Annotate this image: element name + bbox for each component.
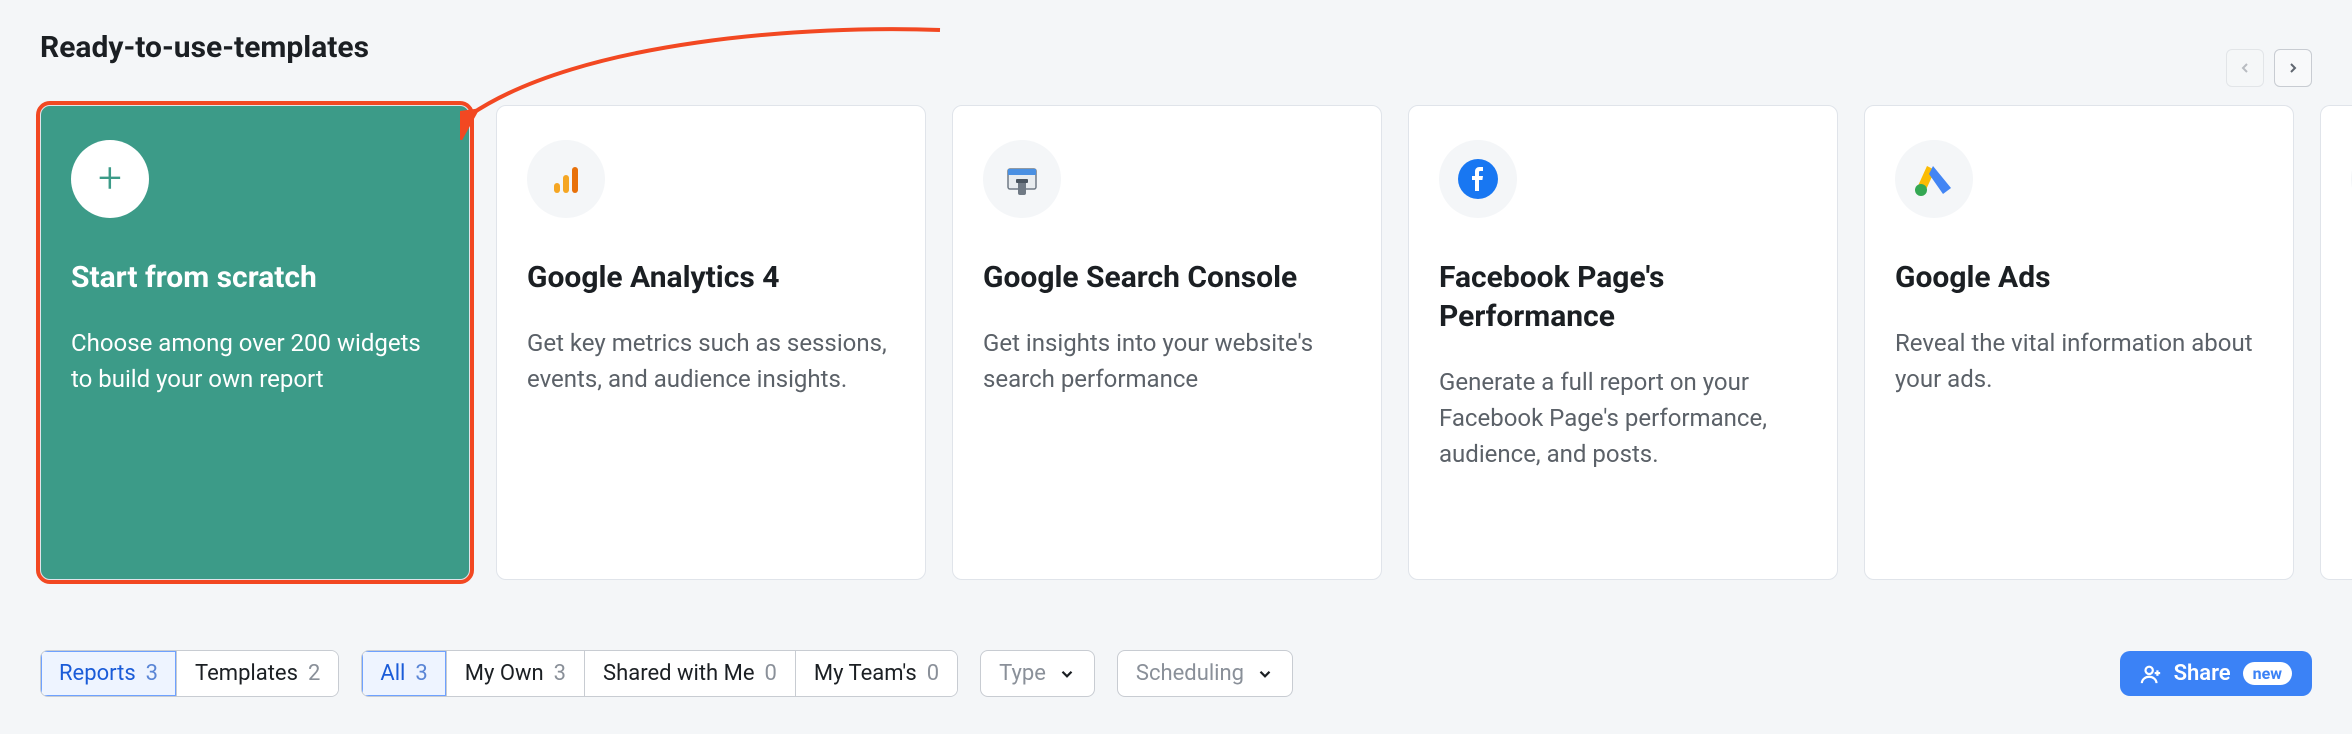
filter-my-teams[interactable]: My Team's 0 [796, 651, 957, 696]
dropdown-label: Type [999, 661, 1046, 686]
card-title: Start from scratch [71, 258, 439, 297]
new-badge: new [2243, 662, 2292, 685]
dropdown-label: Scheduling [1136, 661, 1244, 686]
tab-count: 3 [554, 661, 566, 686]
card-title: Google Search Console [983, 258, 1351, 297]
user-plus-icon [2140, 663, 2162, 685]
facebook-icon-circle [1439, 140, 1517, 218]
card-desc: Reveal the vital information about your … [1895, 325, 2263, 397]
tab-count: 0 [927, 661, 939, 686]
chevron-left-icon [2237, 60, 2253, 76]
filter-my-own[interactable]: My Own 3 [447, 651, 585, 696]
card-title: Facebook Page's Performance [1439, 258, 1807, 336]
chevron-down-icon [1058, 665, 1076, 683]
tab-templates[interactable]: Templates 2 [177, 651, 338, 696]
tab-label: Reports [59, 661, 136, 686]
tab-count: 2 [308, 661, 320, 686]
tab-reports[interactable]: Reports 3 [41, 651, 177, 696]
tab-label: Shared with Me [603, 661, 754, 686]
facebook-icon [1456, 157, 1500, 201]
view-toggle: Reports 3 Templates 2 [40, 650, 339, 697]
share-label: Share [2174, 661, 2231, 686]
google-ads-icon [1913, 158, 1955, 200]
filters-row: Reports 3 Templates 2 All 3 My Own 3 Sha… [40, 650, 2312, 697]
card-title: Google Analytics 4 [527, 258, 895, 297]
template-card-start-from-scratch[interactable]: + Start from scratch Choose among over 2… [40, 105, 470, 580]
analytics-icon-circle [527, 140, 605, 218]
template-cards: + Start from scratch Choose among over 2… [40, 105, 2312, 580]
tab-count: 3 [415, 661, 427, 686]
template-card-google-search-console[interactable]: Google Search Console Get insights into … [952, 105, 1382, 580]
chevron-right-icon [2285, 60, 2301, 76]
chevron-down-icon [1256, 665, 1274, 683]
template-card-google-analytics-4[interactable]: Google Analytics 4 Get key metrics such … [496, 105, 926, 580]
tab-label: Templates [195, 661, 298, 686]
card-desc: Choose among over 200 widgets to build y… [71, 325, 439, 397]
pager-next-button[interactable] [2274, 49, 2312, 87]
pager-prev-button[interactable] [2226, 49, 2264, 87]
google-analytics-icon [546, 159, 586, 199]
tab-label: My Team's [814, 661, 917, 686]
pager [2226, 49, 2312, 87]
tab-label: My Own [465, 661, 544, 686]
card-desc: Get insights into your website's search … [983, 325, 1351, 397]
tab-label: All [380, 661, 405, 686]
card-desc: Get key metrics such as sessions, events… [527, 325, 895, 397]
card-desc: Generate a full report on your Facebook … [1439, 364, 1807, 472]
scheduling-dropdown[interactable]: Scheduling [1117, 650, 1293, 697]
ownership-filter: All 3 My Own 3 Shared with Me 0 My Team'… [361, 650, 958, 697]
search-console-icon-circle [983, 140, 1061, 218]
template-card-google-ads[interactable]: Google Ads Reveal the vital information … [1864, 105, 2294, 580]
google-search-console-icon [1002, 159, 1042, 199]
template-card-facebook-page[interactable]: Facebook Page's Performance Generate a f… [1408, 105, 1838, 580]
share-button[interactable]: Share new [2120, 651, 2312, 696]
template-card-partial[interactable]: M Ga ca [2320, 105, 2352, 580]
section-title: Ready-to-use-templates [40, 30, 369, 65]
filter-all[interactable]: All 3 [362, 651, 446, 696]
plus-icon: + [98, 158, 122, 200]
plus-icon-circle: + [71, 140, 149, 218]
tab-count: 3 [146, 661, 158, 686]
filter-shared-with-me[interactable]: Shared with Me 0 [585, 651, 796, 696]
type-dropdown[interactable]: Type [980, 650, 1095, 697]
card-title: Google Ads [1895, 258, 2263, 297]
google-ads-icon-circle [1895, 140, 1973, 218]
tab-count: 0 [765, 661, 777, 686]
